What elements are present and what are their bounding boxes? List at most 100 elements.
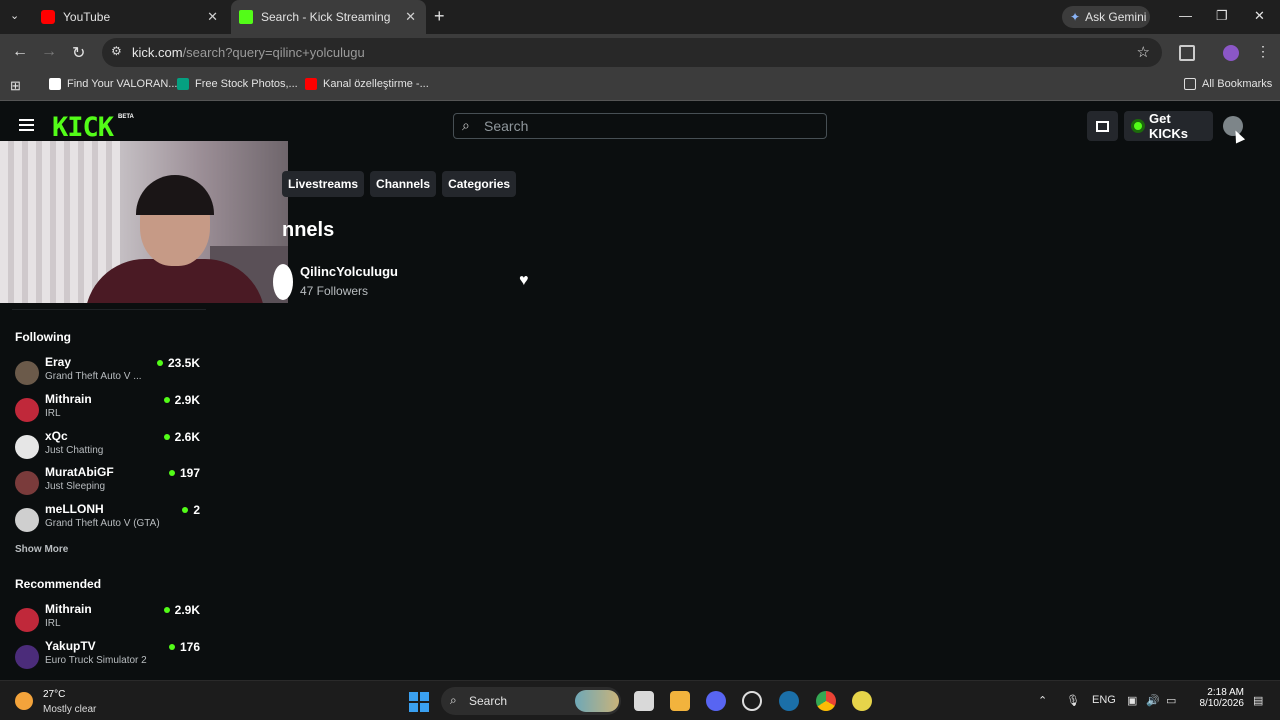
viewer-count-value: 2.9K xyxy=(174,603,200,617)
search-input[interactable]: ⌕ Search xyxy=(453,113,827,139)
bookmark-item[interactable]: Free Stock Photos,... xyxy=(177,78,298,90)
viewer-count: 2.6K xyxy=(163,430,200,444)
new-tab-button[interactable]: + xyxy=(434,6,445,27)
beta-badge: BETA xyxy=(118,114,134,120)
steam-icon[interactable] xyxy=(779,691,799,711)
show-more-link[interactable]: Show More xyxy=(15,544,68,555)
reload-button[interactable]: ↻ xyxy=(72,43,85,63)
profile-avatar[interactable] xyxy=(1223,45,1239,61)
bookmark-label: Kanal özelleştirme -... xyxy=(323,78,429,90)
follow-heart-icon[interactable]: ♥ xyxy=(519,272,529,290)
taskbar-search[interactable]: ⌕ Search xyxy=(441,687,621,715)
address-bar[interactable]: ⚙ kick.com/search?query=qilinc+yolculugu… xyxy=(102,38,1162,67)
folder-icon xyxy=(1184,78,1196,90)
app-icon[interactable] xyxy=(852,691,872,711)
close-tab-icon[interactable]: ✕ xyxy=(207,9,218,25)
bookmark-item[interactable]: Kanal özelleştirme -... xyxy=(305,78,429,90)
tray-chevron-icon[interactable]: ⌃ xyxy=(1038,694,1047,707)
pexels-icon xyxy=(177,78,189,90)
volume-icon[interactable]: 🔊 xyxy=(1146,694,1160,707)
windows-taskbar: 27°C Mostly clear ⌕ Search ⌃ 🎙 ENG ▣ 🔊 ▭… xyxy=(0,680,1280,720)
kick-logo[interactable]: KICK xyxy=(52,112,114,143)
viewer-count-value: 2.9K xyxy=(174,393,200,407)
get-kicks-button[interactable]: Get KICKs xyxy=(1124,111,1213,141)
gemini-icon: ✦ xyxy=(1070,10,1081,24)
clock-date: 8/10/2026 xyxy=(1199,698,1245,709)
live-dot-icon xyxy=(156,360,163,366)
clock[interactable]: 2:18 AM 8/10/2026 xyxy=(1194,687,1245,709)
tab-livestreams[interactable]: Livestreams xyxy=(282,171,365,197)
ask-gemini-button[interactable]: ✦ Ask Gemini xyxy=(1062,6,1150,28)
sidebar-channel-eray[interactable]: Eray Grand Theft Auto V ... 23.5K xyxy=(15,355,200,387)
search-icon: ⌕ xyxy=(450,693,457,707)
sidebar-channel-muratabigf[interactable]: MuratAbiGF Just Sleeping 197 xyxy=(15,465,200,497)
sidebar-channel-yakuptv[interactable]: YakupTV Euro Truck Simulator 2 176 xyxy=(15,639,200,671)
discord-icon[interactable] xyxy=(706,691,726,711)
weather-widget[interactable]: 27°C Mostly clear xyxy=(15,687,125,717)
chrome-icon[interactable] xyxy=(816,691,836,711)
viewer-count-value: 2 xyxy=(193,503,200,517)
viewer-count-value: 23.5K xyxy=(167,356,200,370)
windows-start-icon[interactable] xyxy=(409,692,429,712)
bookmark-star-icon[interactable]: ☆ xyxy=(1137,43,1150,61)
viewer-count: 23.5K xyxy=(156,356,200,370)
forward-button[interactable]: → xyxy=(41,43,57,61)
channel-avatar xyxy=(15,435,39,459)
channel-result-followers: 47 Followers xyxy=(300,284,369,298)
file-explorer-icon[interactable] xyxy=(670,691,690,711)
live-dot-icon xyxy=(163,434,170,440)
menu-kebab-icon[interactable]: ⋮ xyxy=(1256,43,1270,60)
channel-result-qilincyolculugu[interactable]: QilincYolculugu 47 Followers xyxy=(273,264,543,300)
channel-name: MuratAbiGF xyxy=(45,465,114,479)
bookmark-item[interactable]: Find Your VALORAN... xyxy=(49,78,177,90)
all-bookmarks-button[interactable]: All Bookmarks xyxy=(1184,78,1272,90)
sidebar-channel-mithrain[interactable]: Mithrain IRL 2.9K xyxy=(15,392,200,424)
site-info-icon[interactable]: ⚙ xyxy=(111,44,122,58)
minimize-button[interactable]: — xyxy=(1179,8,1192,23)
channel-name: xQc xyxy=(45,429,68,443)
following-heading: Following xyxy=(15,330,71,344)
bookmarks-bar: ⊞ Find Your VALORAN... Free Stock Photos… xyxy=(0,72,1280,101)
sidebar-channel-mithrain-recommended[interactable]: Mithrain IRL 2.9K xyxy=(15,602,200,634)
network-icon[interactable]: ▣ xyxy=(1127,694,1137,707)
obs-icon[interactable] xyxy=(742,691,762,711)
tab-channels[interactable]: Channels xyxy=(370,171,437,197)
notifications-icon[interactable]: ▤ xyxy=(1253,694,1263,707)
channel-avatar xyxy=(15,361,39,385)
viewer-count-value: 176 xyxy=(179,640,200,654)
url-path: /search?query=qilinc+yolculugu xyxy=(182,45,365,60)
battery-icon[interactable]: ▭ xyxy=(1166,694,1176,707)
close-tab-icon[interactable]: ✕ xyxy=(405,9,416,25)
viewer-count: 176 xyxy=(168,640,200,654)
menu-hamburger-icon[interactable] xyxy=(19,119,34,131)
microphone-icon[interactable]: 🎙 xyxy=(1066,694,1080,707)
channel-result-name: QilincYolculugu xyxy=(300,264,398,279)
restore-button[interactable]: ❐ xyxy=(1216,8,1228,24)
channel-avatar xyxy=(15,398,39,422)
youtube-icon xyxy=(305,78,317,90)
channel-name: YakupTV xyxy=(45,639,96,653)
search-icon: ⌕ xyxy=(462,117,470,133)
get-kicks-label: Get KICKs xyxy=(1149,111,1189,141)
apps-grid-icon[interactable]: ⊞ xyxy=(10,78,21,94)
tab-search-dropdown-icon[interactable]: ⌄ xyxy=(10,9,19,22)
browser-tab-strip: ⌄ YouTube ✕ Search - Kick Streaming ✕ + … xyxy=(0,0,1280,34)
clock-time: 2:18 AM xyxy=(1207,687,1244,698)
extensions-icon[interactable] xyxy=(1179,45,1195,61)
tab-kick-search[interactable]: Search - Kick Streaming ✕ xyxy=(231,0,426,34)
url-host: kick.com xyxy=(132,45,183,60)
language-indicator[interactable]: ENG xyxy=(1092,694,1116,706)
tab-categories[interactable]: Categories xyxy=(442,171,517,197)
sidebar-channel-mellonh[interactable]: meLLONH Grand Theft Auto V (GTA) 2 xyxy=(15,502,200,534)
sidebar-channel-xqc[interactable]: xQc Just Chatting 2.6K xyxy=(15,429,200,461)
layout-toggle-button[interactable] xyxy=(1087,111,1118,141)
weather-temp: 27°C xyxy=(43,689,66,700)
channel-category: Euro Truck Simulator 2 xyxy=(45,655,147,666)
channel-category: IRL xyxy=(45,408,61,419)
back-button[interactable]: ← xyxy=(12,43,28,61)
close-window-button[interactable]: ✕ xyxy=(1254,8,1265,24)
viewer-count-value: 2.6K xyxy=(174,430,200,444)
channels-section-title: nnels xyxy=(282,219,335,241)
tab-youtube[interactable]: YouTube ✕ xyxy=(34,0,228,34)
task-view-icon[interactable] xyxy=(634,691,654,711)
